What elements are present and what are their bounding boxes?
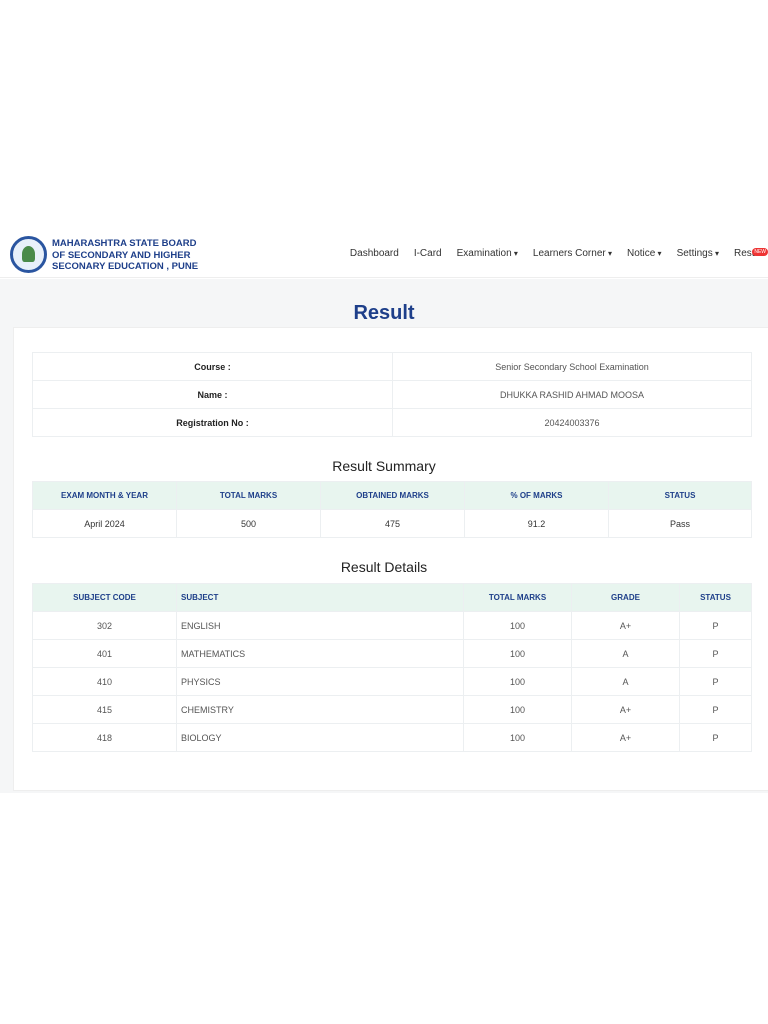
board-logo-icon[interactable] — [10, 236, 47, 273]
column-header: STATUS — [608, 481, 752, 510]
table-row: 418 BIOLOGY 100 A+ P — [32, 723, 752, 752]
top-header: MAHARASHTRA STATE BOARD OF SECONDARY AND… — [0, 230, 768, 278]
column-header: SUBJECT CODE — [32, 583, 177, 612]
table-cell: 100 — [463, 639, 572, 668]
nav-examination[interactable]: Examination — [457, 248, 518, 259]
column-header: % OF MARKS — [464, 481, 609, 510]
table-row: 302 ENGLISH 100 A+ P — [32, 611, 752, 640]
table-cell: 415 — [32, 695, 177, 724]
table-cell: 410 — [32, 667, 177, 696]
result-summary-title: Result Summary — [332, 458, 436, 474]
table-row: Name : DHUKKA RASHID AHMAD MOOSA — [32, 380, 752, 409]
table-cell: A+ — [571, 723, 680, 752]
brand-line: OF SECONDARY AND HIGHER — [52, 249, 191, 261]
table-cell: 100 — [463, 667, 572, 696]
table-row: 410 PHYSICS 100 A P — [32, 667, 752, 696]
table-cell: CHEMISTRY — [176, 695, 464, 724]
table-row: 415 CHEMISTRY 100 A+ P — [32, 695, 752, 724]
column-header: OBTAINED MARKS — [320, 481, 465, 510]
nav-result[interactable]: ResultNEW — [734, 248, 768, 259]
brand-line: SECONARY EDUCATION , PUNE — [52, 261, 199, 272]
table-row: April 2024 500 475 91.2 Pass — [32, 509, 752, 538]
table-header-row: SUBJECT CODE SUBJECT TOTAL MARKS GRADE S… — [32, 583, 752, 612]
table-cell: P — [679, 639, 752, 668]
info-label: Course : — [32, 352, 393, 381]
table-cell: 91.2 — [464, 509, 609, 538]
table-cell: 500 — [176, 509, 321, 538]
main-nav: Dashboard I-Card Examination Learners Co… — [350, 248, 768, 259]
column-header: TOTAL MARKS — [176, 481, 321, 510]
table-cell: 302 — [32, 611, 177, 640]
table-cell: 475 — [320, 509, 465, 538]
table-cell: 418 — [32, 723, 177, 752]
table-row: 401 MATHEMATICS 100 A P — [32, 639, 752, 668]
table-cell: 401 — [32, 639, 177, 668]
table-cell: P — [679, 695, 752, 724]
new-badge: NEW — [752, 248, 768, 256]
table-header-row: EXAM MONTH & YEAR TOTAL MARKS OBTAINED M… — [32, 481, 752, 510]
table-cell: A — [571, 639, 680, 668]
column-header: GRADE — [571, 583, 680, 612]
info-value: Senior Secondary School Examination — [392, 352, 752, 381]
result-details-title: Result Details — [340, 559, 428, 575]
student-info-table: Course : Senior Secondary School Examinat… — [32, 352, 752, 437]
table-cell: A+ — [571, 695, 680, 724]
table-cell: 100 — [463, 611, 572, 640]
table-cell: BIOLOGY — [176, 723, 464, 752]
info-value: DHUKKA RASHID AHMAD MOOSA — [392, 380, 752, 409]
table-cell: ENGLISH — [176, 611, 464, 640]
table-row: Course : Senior Secondary School Examinat… — [32, 352, 752, 381]
board-name: MAHARASHTRA STATE BOARD OF SECONDARY AND… — [52, 238, 198, 273]
table-cell: P — [679, 723, 752, 752]
result-summary-table: EXAM MONTH & YEAR TOTAL MARKS OBTAINED M… — [32, 481, 752, 538]
column-header: TOTAL MARKS — [463, 583, 572, 612]
info-label: Registration No : — [32, 408, 393, 437]
info-label: Name : — [32, 380, 393, 409]
table-cell: April 2024 — [32, 509, 177, 538]
nav-learners-corner[interactable]: Learners Corner — [533, 248, 612, 259]
table-cell: A — [571, 667, 680, 696]
info-value: 20424003376 — [392, 408, 752, 437]
table-row: Registration No :20424003376 — [32, 408, 752, 437]
table-cell: P — [679, 667, 752, 696]
column-header: SUBJECT — [176, 583, 464, 612]
table-cell: MATHEMATICS — [176, 639, 464, 668]
nav-settings[interactable]: Settings — [677, 248, 719, 259]
page-title: Result — [353, 302, 415, 324]
brand-line: MAHARASHTRA STATE BOARD — [52, 238, 197, 249]
table-cell: PHYSICS — [176, 667, 464, 696]
result-details-table: SUBJECT CODE SUBJECT TOTAL MARKS GRADE S… — [32, 583, 752, 752]
column-header: EXAM MONTH & YEAR — [32, 481, 177, 510]
table-cell: 100 — [463, 695, 572, 724]
table-cell: Pass — [608, 509, 752, 538]
nav-icard[interactable]: I-Card — [414, 248, 442, 259]
table-cell: 100 — [463, 723, 572, 752]
column-header: STATUS — [679, 583, 752, 612]
nav-notice[interactable]: Notice — [627, 248, 662, 259]
table-cell: P — [679, 611, 752, 640]
table-cell: A+ — [571, 611, 680, 640]
nav-dashboard[interactable]: Dashboard — [350, 248, 399, 259]
